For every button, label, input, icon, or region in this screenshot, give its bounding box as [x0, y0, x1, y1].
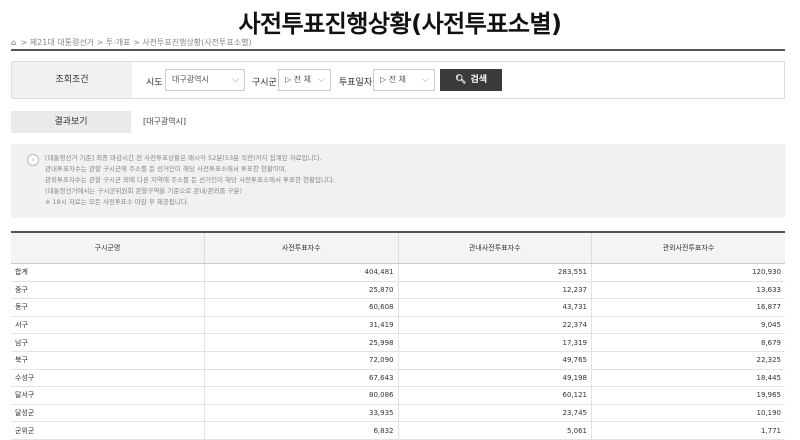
table-cell: 283,551 [397, 263, 592, 282]
breadcrumb-item-count[interactable]: 투·개표 [106, 38, 131, 47]
table-cell: 5,061 [397, 421, 592, 440]
table-row: 서구 31,419 22,374 9,045 [11, 316, 785, 335]
sigungu-select[interactable]: ▷ 전 체 ⌵ [278, 69, 331, 91]
table-cell: 달서구 [11, 386, 205, 405]
table-row: 달서구 80,086 60,121 19,965 [11, 386, 785, 405]
vote-date-select[interactable]: ▷ 전 체 ⌵ [373, 69, 435, 91]
table-cell: 16,877 [591, 298, 785, 317]
table-cell: 60,121 [397, 386, 592, 405]
page-title: 사전투표진행상황(사전투표소별) [238, 10, 562, 38]
chevron-down-icon: ⌵ [232, 75, 239, 85]
table-cell: 31,419 [204, 316, 398, 335]
table-cell: 49,765 [397, 351, 592, 370]
result-value: [대구광역시] [143, 117, 187, 126]
table-cell: 25,998 [204, 333, 398, 352]
table-cell: 17,319 [397, 333, 592, 352]
early-vote-table: 구시군명 사전투표자수 관내사전투표자수 관외사전투표자수 합계 404,481 2… [11, 231, 785, 440]
table-cell: 60,608 [204, 298, 398, 317]
table-row: 중구 25,870 12,237 13,633 [11, 281, 785, 300]
table-cell: 합계 [11, 263, 205, 282]
table-cell: 33,935 [204, 404, 398, 423]
sido-label: 시도 [146, 78, 163, 88]
table-cell: 달성군 [11, 404, 205, 423]
table-cell: 43,731 [397, 298, 592, 317]
table-cell: 수성구 [11, 369, 205, 388]
table-cell: 49,198 [397, 369, 592, 388]
table-cell: 120,930 [591, 263, 785, 282]
search-button[interactable]: 🔍︎ 검색 [440, 69, 502, 91]
col-header-district: 구시군명 [11, 231, 205, 264]
table-cell: 북구 [11, 351, 205, 370]
table-row: 수성구 67,643 49,198 18,445 [11, 369, 785, 388]
vote-date-label: 투표일자 [339, 78, 373, 88]
sido-select[interactable]: 대구광역시 ⌵ [165, 69, 245, 91]
table-row: 달성군 33,935 23,745 10,190 [11, 404, 785, 423]
chevron-down-icon: ⌵ [422, 75, 429, 85]
breadcrumb-item-election[interactable]: 제21대 대통령선거 [30, 38, 94, 47]
table-cell: 25,870 [204, 281, 398, 300]
table-cell: 72,090 [204, 351, 398, 370]
table-cell: 22,374 [397, 316, 592, 335]
search-panel: 조회조건 시도 대구광역시 ⌵ 구시군 ▷ 전 체 ⌵ 투표일자 ▷ 전 체 ⌵… [11, 61, 785, 99]
table-row: 합계 404,481 283,551 120,930 [11, 263, 785, 282]
table-cell: 중구 [11, 281, 205, 300]
table-cell: 남구 [11, 333, 205, 352]
table-row: 동구 60,608 43,731 16,877 [11, 298, 785, 317]
table-row: 남구 25,998 17,319 8,679 [11, 333, 785, 352]
table-cell: 1,771 [591, 421, 785, 440]
search-condition-label: 조회조건 [12, 62, 132, 98]
table-cell: 동구 [11, 298, 205, 317]
table-cell: 404,481 [204, 263, 398, 282]
table-cell: 8,679 [591, 333, 785, 352]
notice-text: [대통령선거 기준] 최종 마감시간 전 사전투표상황은 매시각 52분(53분… [45, 154, 335, 206]
table-cell: 6,832 [204, 421, 398, 440]
table-cell: 80,086 [204, 386, 398, 405]
table-cell: 18,445 [591, 369, 785, 388]
table-cell: 9,045 [591, 316, 785, 335]
title-divider [11, 49, 785, 51]
table-row: 군위군 6,832 5,061 1,771 [11, 421, 785, 440]
table-cell: 19,965 [591, 386, 785, 405]
table-row: 북구 72,090 49,765 22,325 [11, 351, 785, 370]
col-header-inside: 관내사전투표자수 [397, 231, 592, 264]
result-label: 결과보기 [11, 111, 131, 133]
breadcrumb: ⌂ > 제21대 대통령선거 > 투·개표 > 사전투표진행상황(사전투표소별) [11, 38, 252, 47]
table-cell: 서구 [11, 316, 205, 335]
table-cell: 10,190 [591, 404, 785, 423]
table-cell: 23,745 [397, 404, 592, 423]
result-panel: 결과보기 [대구광역시] [11, 111, 785, 133]
info-arrow-icon: › [27, 154, 39, 166]
home-icon[interactable]: ⌂ [11, 38, 18, 47]
col-header-total: 사전투표자수 [204, 231, 398, 264]
sigungu-label: 구시군 [252, 78, 277, 88]
notice-box: › [대통령선거 기준] 최종 마감시간 전 사전투표상황은 매시각 52분(5… [11, 144, 785, 218]
table-cell: 67,643 [204, 369, 398, 388]
table-cell: 13,633 [591, 281, 785, 300]
table-cell: 22,325 [591, 351, 785, 370]
breadcrumb-item-current: 사전투표진행상황(사전투표소별) [142, 38, 252, 47]
chevron-down-icon: ⌵ [318, 75, 325, 85]
search-icon: 🔍︎ [455, 75, 467, 85]
table-cell: 12,237 [397, 281, 592, 300]
table-header-row: 구시군명 사전투표자수 관내사전투표자수 관외사전투표자수 [11, 231, 785, 264]
table-cell: 군위군 [11, 421, 205, 440]
col-header-outside: 관외사전투표자수 [591, 231, 785, 264]
